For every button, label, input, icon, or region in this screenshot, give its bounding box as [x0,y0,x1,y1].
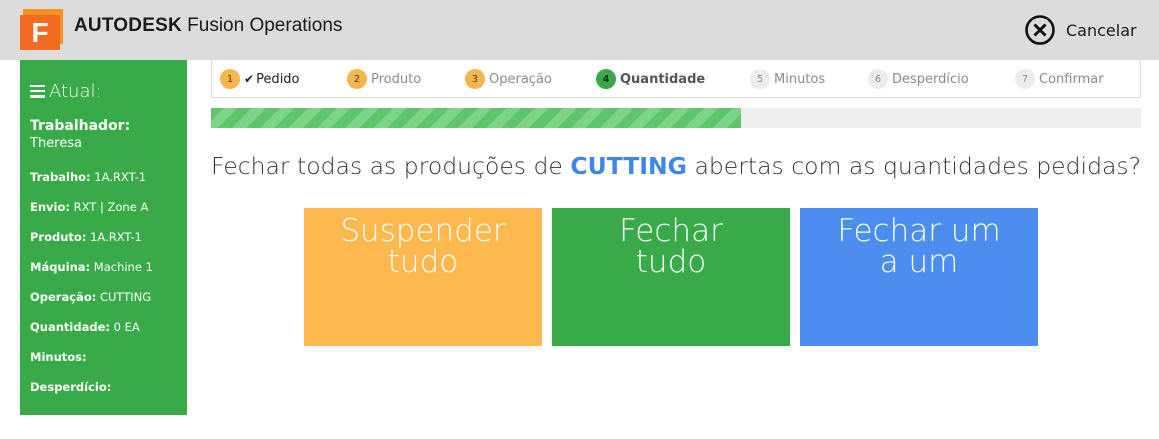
row-value: Machine 1 [90,260,153,274]
progress-fill [211,108,742,128]
question-after: abertas com as quantidades pedidas? [686,152,1142,180]
step-label: Produto [371,71,422,87]
menu-icon[interactable] [30,84,45,98]
cancel-button[interactable]: Cancelar [1024,14,1137,46]
step-waste: 6 Desperdício [868,69,969,89]
row-value: 0 EA [109,320,140,334]
step-number: 6 [868,69,888,89]
step-label: Quantidade [620,71,706,87]
row-key: Operação: [30,290,97,304]
step-number: 1 [220,69,240,89]
sidebar-heading[interactable]: Atual: [30,78,177,104]
step-label: Pedido [256,71,300,87]
step-number: 5 [750,69,770,89]
step-confirm: 7 Confirmar [1015,69,1104,89]
worker-label: Trabalhador: [30,118,131,134]
progress-bar [211,108,1141,128]
row-value: 1A.RXT-1 [86,230,142,244]
row-value: RXT | Zone A [69,200,149,214]
step-product[interactable]: 2 Produto [347,69,421,89]
current-info-sidebar: Atual: Trabalhador: Theresa Trabalho: 1A… [20,60,187,415]
sidebar-row-machine: Máquina: Machine 1 [30,260,177,290]
step-quantity[interactable]: 4 Quantidade [596,69,705,89]
step-label: Confirmar [1039,71,1104,87]
step-order[interactable]: 1 ✔ Pedido [220,69,300,89]
sidebar-row-quantity: Quantidade: 0 EA [30,320,177,350]
step-operation[interactable]: 3 Operação [465,69,552,89]
brand-title: AUTODESK Fusion Operations [74,15,342,37]
sidebar-heading-label: Atual: [49,80,102,102]
suspend-all-label[interactable]: Suspender tudo [304,216,542,278]
wizard-steps: 1 ✔ Pedido 2 Produto 3 Operação 4 Quanti… [211,60,1141,98]
sidebar-row-waste: Desperdício: [30,380,177,410]
top-bar: F AUTODESK Fusion Operations Cancelar [0,0,1159,60]
row-value: CUTTING [96,290,152,304]
row-key: Quantidade: [30,320,110,334]
operation-highlight: CUTTING [570,152,687,180]
row-key: Máquina: [30,260,91,274]
step-label: Operação [489,71,552,87]
fusion-logo-icon: F [20,9,63,50]
logo-letter: F [31,17,48,48]
suspend-all-button[interactable]: Suspender tudo [304,208,542,346]
brand-product: Fusion Operations [181,15,343,36]
question-text: Fechar todas as produções de CUTTING abe… [211,152,1141,180]
close-all-label[interactable]: Fechar tudo [552,216,790,278]
question-before: Fechar todas as produções de [211,152,571,180]
step-number: 4 [596,69,616,89]
step-label: Desperdício [892,71,969,87]
cancel-label[interactable]: Cancelar [1066,21,1137,40]
step-number: 7 [1015,69,1035,89]
row-key: Desperdício: [30,380,112,394]
row-key: Envio: [30,200,70,214]
sidebar-row-product: Produto: 1A.RXT-1 [30,230,177,260]
step-number: 2 [347,69,367,89]
close-one-by-one-label[interactable]: Fechar um a um [800,216,1038,278]
check-icon: ✔ [244,72,255,86]
sidebar-row-operation: Operação: CUTTING [30,290,177,320]
step-number: 3 [465,69,485,89]
close-all-button[interactable]: Fechar tudo [552,208,790,346]
close-circle-icon[interactable] [1024,14,1056,46]
sidebar-row-shipment: Envio: RXT | Zone A [30,200,177,230]
sidebar-row-minutes: Minutos: [30,350,177,380]
row-value: 1A.RXT-1 [90,170,147,184]
row-key: Produto: [30,230,87,244]
worker-value: Theresa [30,136,82,151]
row-key: Trabalho: [30,170,91,184]
step-label: Minutos [774,71,826,87]
sidebar-row-job: Trabalho: 1A.RXT-1 [30,170,177,200]
step-minutes: 5 Minutos [750,69,825,89]
row-key: Minutos: [30,350,87,364]
brand-strong: AUTODESK [74,15,182,36]
close-one-by-one-button[interactable]: Fechar um a um [800,208,1038,346]
